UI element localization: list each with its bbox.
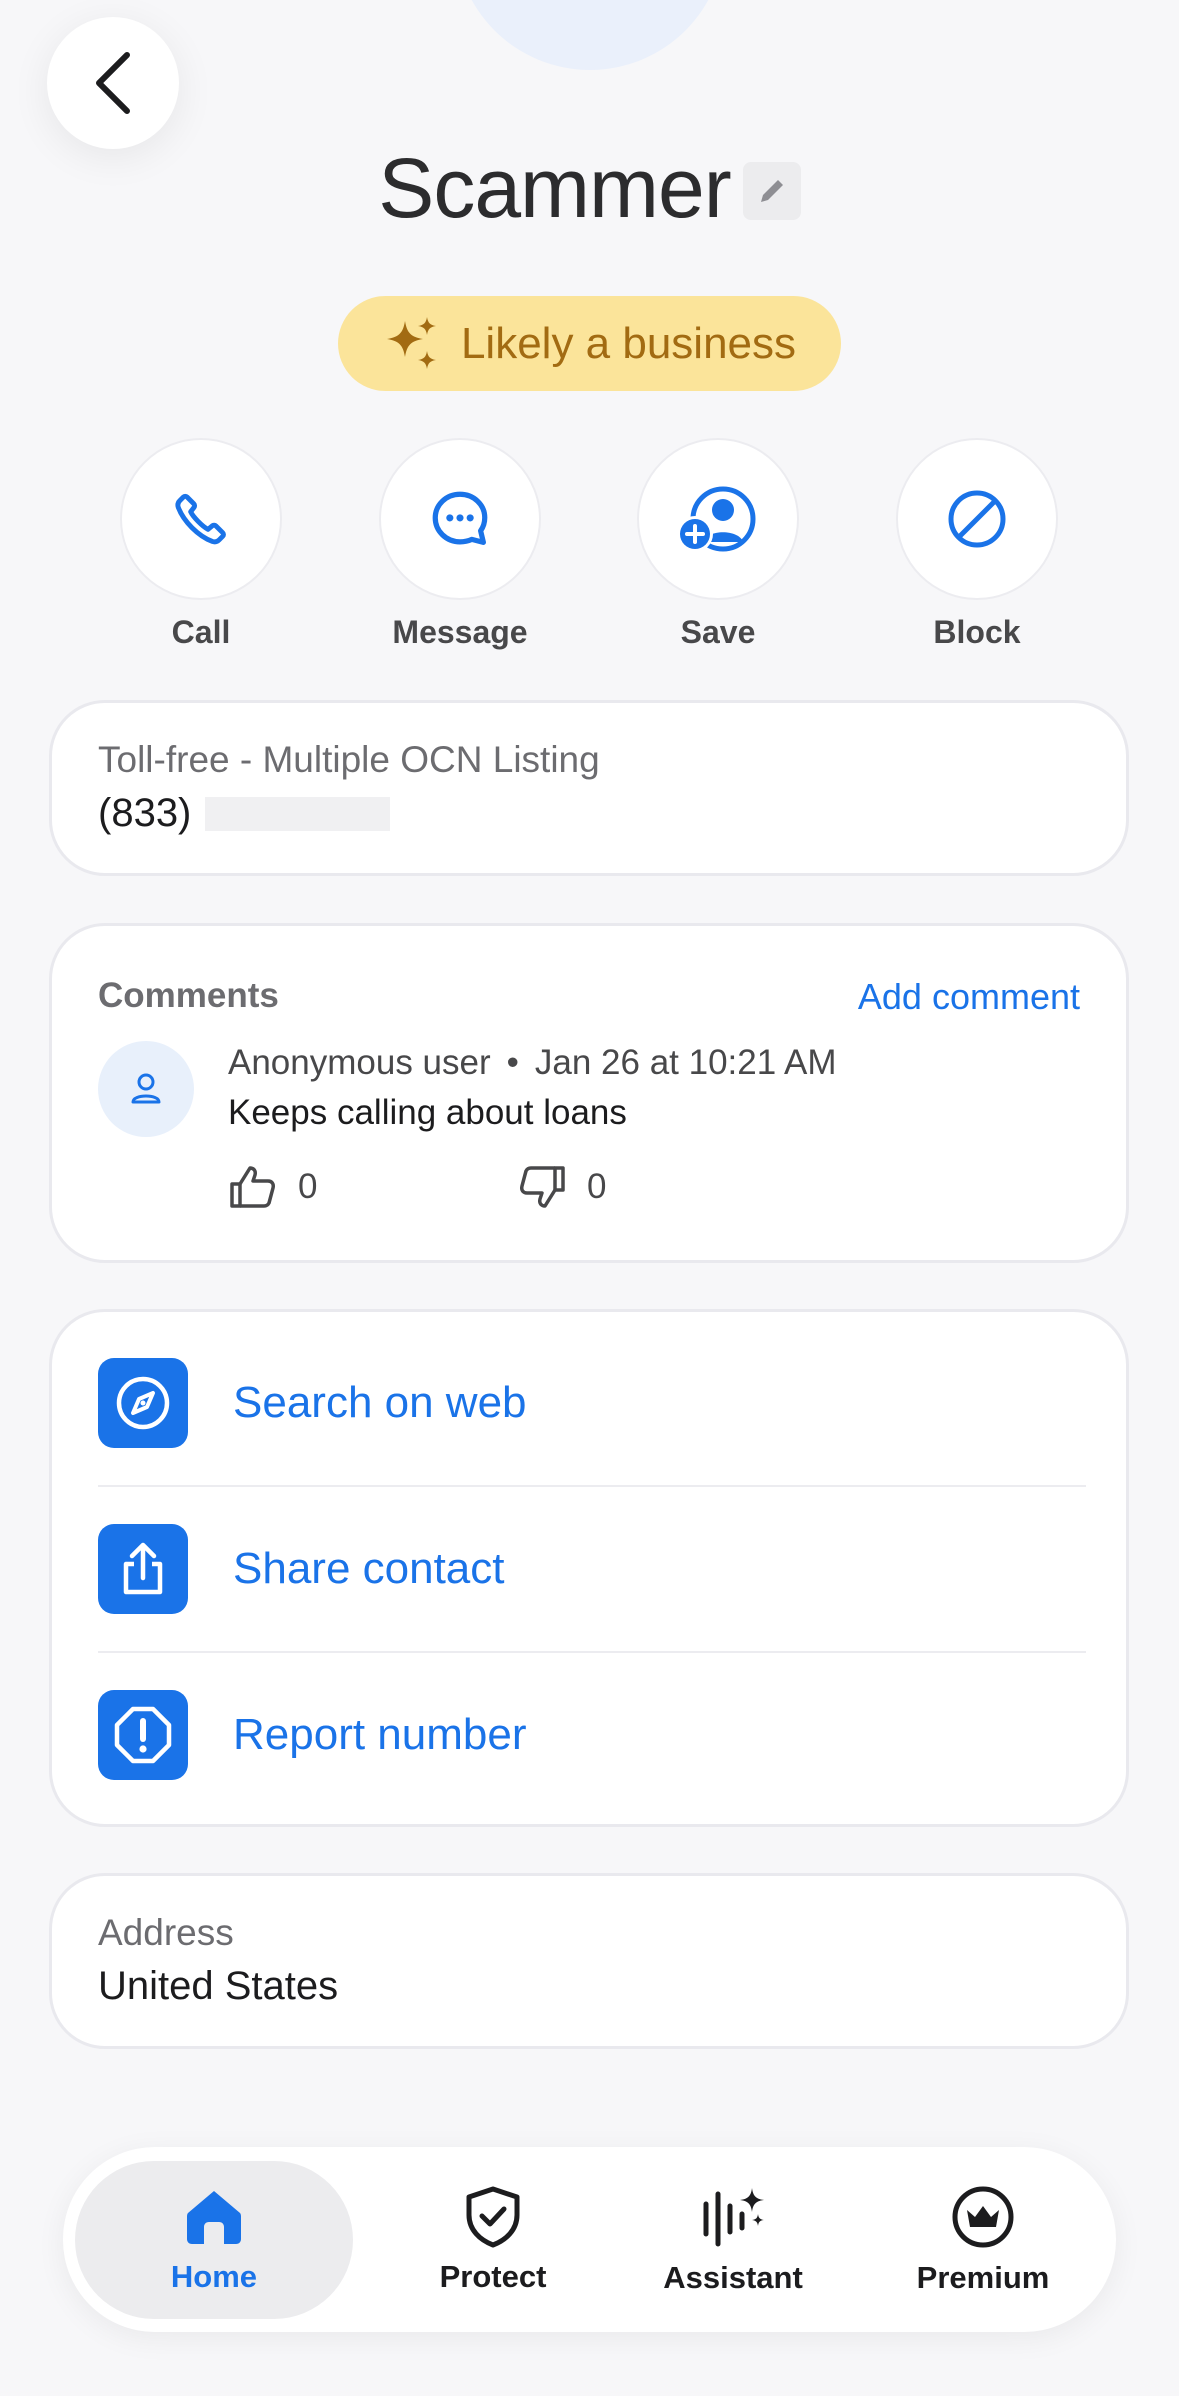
save-button[interactable]: Save [637, 438, 799, 651]
tab-protect-label: Protect [439, 2259, 547, 2294]
comment-text: Keeps calling about loans [228, 1093, 627, 1132]
header-decoration [455, 0, 725, 70]
comment-author: Anonymous user [228, 1043, 491, 1082]
phone-prefix: (833) [98, 791, 192, 835]
message-icon [432, 491, 488, 545]
message-button[interactable]: Message [379, 438, 541, 651]
like-button[interactable]: 0 [228, 1164, 317, 1210]
message-label: Message [392, 614, 528, 650]
home-icon [187, 2191, 241, 2244]
tab-home-label: Home [170, 2259, 258, 2294]
dislike-button[interactable]: 0 [517, 1164, 606, 1210]
message-circle[interactable] [379, 438, 541, 600]
block-circle[interactable] [896, 438, 1058, 600]
share-contact-icon-box [98, 1523, 188, 1614]
report-icon [114, 1706, 172, 1763]
search-web-row[interactable]: Search on web [98, 1320, 1086, 1485]
phone-icon [175, 493, 226, 545]
comment-time: Jan 26 at 10:21 AM [534, 1043, 837, 1082]
address-label: Address [98, 1912, 234, 1953]
comments-card: Comments Add comment Anonymous user • Jan … [49, 923, 1129, 1263]
actions-list-card: Search on web Share contact Report numbe… [49, 1309, 1129, 1827]
compass-icon [116, 1376, 170, 1429]
bottom-tab-bar: Home Protect Assistant Premium [63, 2147, 1116, 2332]
save-circle[interactable] [637, 438, 799, 600]
tab-assistant[interactable]: Assistant [633, 2161, 833, 2319]
call-button[interactable]: Call [120, 438, 282, 651]
dislike-count: 0 [587, 1167, 607, 1206]
comments-title: Comments [98, 976, 279, 1015]
person-icon [131, 1073, 161, 1104]
chevron-left-icon [96, 52, 130, 114]
address-card[interactable]: Address United States [49, 1873, 1129, 2049]
crown-icon [952, 2186, 1014, 2248]
edit-name-button[interactable] [742, 161, 801, 220]
redacted-number [205, 796, 391, 831]
block-icon [948, 490, 1006, 548]
badge-label: Likely a business [460, 318, 797, 368]
number-type-label: Toll-free - Multiple OCN Listing [98, 739, 600, 780]
block-label: Block [933, 614, 1021, 650]
search-web-icon-box [98, 1357, 188, 1448]
business-badge: Likely a business [338, 296, 841, 391]
tab-protect[interactable]: Protect [393, 2161, 593, 2319]
add-comment-link[interactable]: Add comment [858, 976, 1080, 1018]
tab-assistant-label: Assistant [663, 2260, 803, 2295]
page-title: Scammer [378, 141, 731, 235]
block-button[interactable]: Block [896, 438, 1058, 651]
thumbs-up-icon [230, 1166, 275, 1208]
shield-check-icon [466, 2186, 520, 2248]
share-contact-row[interactable]: Share contact [98, 1486, 1086, 1651]
quick-actions: Call Message Save Block [0, 438, 1179, 658]
add-contact-icon [677, 486, 756, 552]
like-count: 0 [298, 1167, 318, 1206]
report-number-label: Report number [233, 1709, 527, 1759]
phone-number: (833) [98, 791, 391, 836]
back-button[interactable] [47, 17, 179, 149]
share-icon [123, 1542, 163, 1594]
meta-separator: • [506, 1043, 519, 1082]
tab-premium[interactable]: Premium [883, 2161, 1083, 2319]
address-value: United States [98, 1964, 339, 2008]
comment-meta: Anonymous user • Jan 26 at 10:21 AM [228, 1043, 837, 1083]
share-contact-label: Share contact [233, 1543, 505, 1593]
tab-home[interactable]: Home [75, 2161, 353, 2319]
tab-premium-label: Premium [916, 2260, 1050, 2295]
search-web-label: Search on web [233, 1377, 527, 1427]
report-number-icon-box [98, 1689, 188, 1780]
call-circle[interactable] [120, 438, 282, 600]
title-row: Scammer [0, 140, 1179, 237]
sparkle-icon [386, 316, 436, 369]
pencil-icon [760, 179, 783, 202]
report-number-row[interactable]: Report number [98, 1652, 1086, 1817]
call-label: Call [171, 614, 231, 650]
number-card[interactable]: Toll-free - Multiple OCN Listing (833) [49, 700, 1129, 876]
assistant-icon [703, 2188, 764, 2247]
thumbs-down-icon [520, 1166, 565, 1208]
save-label: Save [680, 614, 756, 650]
avatar [98, 1041, 194, 1137]
